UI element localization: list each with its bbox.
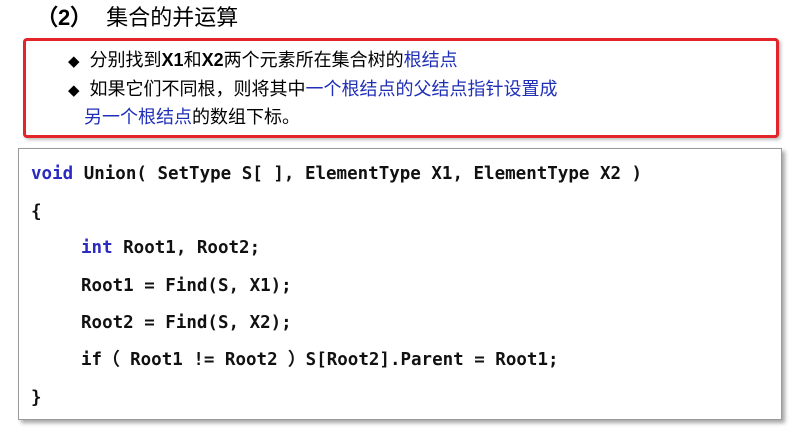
highlight-text: 一个根结点的父结点指针设置成 — [305, 79, 558, 100]
diamond-bullet-icon: ◆ — [68, 81, 80, 99]
note-text: 两个元素所在集合树的 — [223, 50, 404, 71]
note-text: X2 — [201, 50, 224, 70]
section-number: （2） — [36, 5, 93, 30]
code-line-find-root2: Root2 = Find(S, X2); — [81, 313, 292, 333]
note-text: 如果它们不同根，则将其中 — [89, 79, 306, 100]
code-text: Union( SetType S[ ], ElementType X1, Ele… — [73, 164, 643, 184]
code-line-open-brace: { — [31, 202, 42, 222]
note-text: 和 — [183, 50, 202, 71]
code-block: void Union( SetType S[ ], ElementType X1… — [18, 148, 782, 420]
section-title: 集合的并运算 — [106, 6, 239, 31]
bullet-item-find-roots: ◆ 分别找到X1和X2两个元素所在集合树的根结点 — [68, 47, 458, 74]
code-keyword: if — [81, 350, 103, 370]
diamond-bullet-icon: ◆ — [68, 52, 80, 70]
note-text: X1 — [161, 50, 184, 70]
code-text: Root1, Root2; — [112, 238, 261, 258]
note-text: 分别找到 — [89, 50, 162, 71]
code-line-declaration: int Root1, Root2; — [81, 237, 260, 259]
code-text: （ Root1 != Root2 ）S[Root2].Parent = Root… — [102, 350, 559, 370]
bullet-item-merge-rule: ◆ 如果它们不同根，则将其中一个根结点的父结点指针设置成 — [68, 77, 558, 103]
bullet-item-merge-rule-continued: 另一个根结点的数组下标。 — [84, 105, 300, 131]
highlight-text: 根结点 — [403, 50, 458, 71]
summary-note-box: ◆ 分别找到X1和X2两个元素所在集合树的根结点 ◆ 如果它们不同根，则将其中一个根… — [23, 38, 779, 138]
code-line-close-brace: } — [31, 388, 42, 408]
code-line-if-union: if（ Root1 != Root2 ）S[Root2].Parent = Ro… — [81, 349, 559, 371]
code-keyword: int — [81, 238, 113, 258]
code-line-find-root1: Root1 = Find(S, X1); — [81, 276, 292, 296]
highlight-text: 另一个根结点 — [84, 107, 192, 128]
code-line-signature: void Union( SetType S[ ], ElementType X1… — [31, 163, 642, 185]
note-text: 的数组下标。 — [192, 107, 300, 128]
code-keyword: void — [31, 164, 74, 184]
section-heading: （2） 集合的并运算 — [36, 2, 238, 35]
